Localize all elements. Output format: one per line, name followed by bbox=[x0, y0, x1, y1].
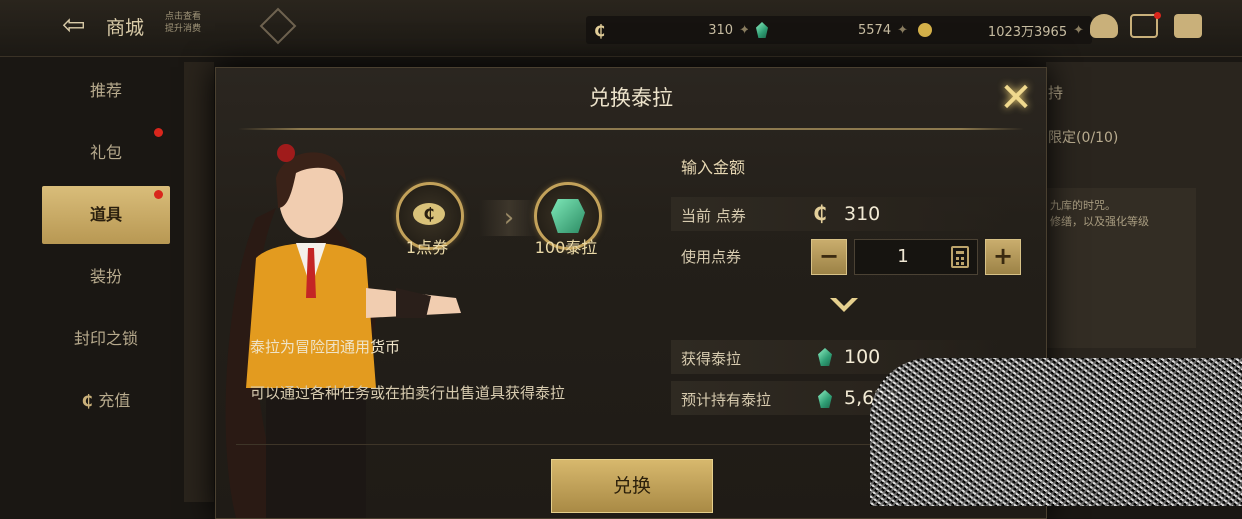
sidebar-item-costume[interactable]: 装扮 bbox=[42, 248, 170, 306]
quantity-input[interactable]: 1 bbox=[854, 239, 978, 275]
current-coupon-value: 310 bbox=[844, 203, 881, 225]
title-divider bbox=[238, 128, 1024, 130]
coupon-icon: ₵ bbox=[594, 20, 606, 40]
diamond-icon[interactable] bbox=[259, 7, 297, 45]
current-coupon-label: 当前 点券 bbox=[681, 207, 746, 225]
coupon-icon: ₵ bbox=[81, 391, 99, 410]
page-title: 商城 bbox=[106, 17, 145, 39]
tera-description-title: 泰拉为冒险团通用货币 bbox=[250, 338, 401, 356]
from-amount-label: 1点券 bbox=[405, 238, 449, 257]
use-coupon-label: 使用点券 bbox=[681, 248, 742, 266]
input-amount-title: 输入金额 bbox=[681, 158, 746, 177]
chevron-down-icon bbox=[830, 298, 858, 312]
detail-tab: 持 bbox=[1048, 84, 1064, 102]
sidebar-item-gift[interactable]: 礼包 bbox=[42, 124, 170, 182]
tera-description-body: 可以通过各种任务或在拍卖行出售道具获得泰拉 bbox=[250, 384, 566, 402]
coupon-icon: ₵ bbox=[813, 201, 827, 225]
to-amount-label: 100泰拉 bbox=[534, 238, 598, 257]
gold-count: 1023万3965 bbox=[987, 24, 1068, 40]
sidebar-item-recharge[interactable]: ₵ 充值 bbox=[42, 372, 170, 430]
limit-text: 限定(0/10) bbox=[1048, 130, 1119, 146]
chat-icon[interactable] bbox=[1174, 14, 1202, 38]
shop-sidebar: 推荐 礼包 道具 装扮 封印之锁 ₵ 充值 bbox=[42, 62, 170, 506]
subtitle-text[interactable]: 点击查看 提升消费 bbox=[165, 11, 225, 35]
tera-gem-icon bbox=[756, 22, 768, 38]
convert-arrow-icon: › bbox=[479, 200, 539, 236]
currency-coupon[interactable]: ₵ 310 ✦ bbox=[586, 16, 758, 44]
gold-coin-icon bbox=[918, 23, 932, 37]
items-notification-dot bbox=[154, 190, 163, 199]
decrease-button[interactable]: − bbox=[811, 239, 847, 275]
exchange-confirm-button[interactable]: 兑换 bbox=[551, 459, 713, 513]
detail-desc: 九库的时咒。 修缮，以及强化等级 bbox=[1050, 199, 1149, 228]
detail-desc-box: 九库的时咒。 修缮，以及强化等级 bbox=[1046, 188, 1196, 348]
coupon-count: 310 bbox=[708, 22, 734, 38]
top-bar: ⇦ 商城 点击查看 提升消费 ₵ 310 ✦ 5574 ✦ 1023万3965 … bbox=[0, 0, 1242, 57]
money-bag-icon[interactable] bbox=[1090, 14, 1118, 38]
currency-gold[interactable]: 1023万3965 ✦ bbox=[910, 16, 1092, 44]
sidebar-item-recharge-label: 充值 bbox=[98, 391, 131, 410]
expected-tera-label: 预计持有泰拉 bbox=[681, 391, 772, 409]
close-icon[interactable]: ✕ bbox=[996, 78, 1036, 118]
tera-count: 5574 bbox=[858, 22, 892, 38]
dialog-title: 兑换泰拉 bbox=[589, 86, 673, 110]
gift-notification-dot bbox=[154, 128, 163, 137]
currency-tera[interactable]: 5574 ✦ bbox=[748, 16, 916, 44]
add-tera-icon[interactable]: ✦ bbox=[897, 23, 908, 38]
quantity-value: 1 bbox=[897, 246, 909, 267]
back-arrow-icon[interactable]: ⇦ bbox=[62, 10, 92, 40]
sidebar-item-items[interactable]: 道具 bbox=[42, 186, 170, 244]
mail-notification-dot bbox=[1154, 12, 1161, 19]
obscured-region bbox=[870, 358, 1242, 506]
item-detail-panel: 持 限定(0/10) 九库的时咒。 修缮，以及强化等级 bbox=[1046, 62, 1242, 362]
calculator-icon[interactable] bbox=[951, 246, 969, 268]
increase-button[interactable]: + bbox=[985, 239, 1021, 275]
product-list-edge bbox=[184, 62, 214, 502]
add-gold-icon[interactable]: ✦ bbox=[1073, 23, 1084, 38]
sidebar-item-recommend[interactable]: 推荐 bbox=[42, 62, 170, 120]
sidebar-item-seal-lock[interactable]: 封印之锁 bbox=[42, 310, 170, 368]
gain-tera-label: 获得泰拉 bbox=[681, 350, 742, 368]
gain-tera-value: 100 bbox=[844, 346, 881, 368]
